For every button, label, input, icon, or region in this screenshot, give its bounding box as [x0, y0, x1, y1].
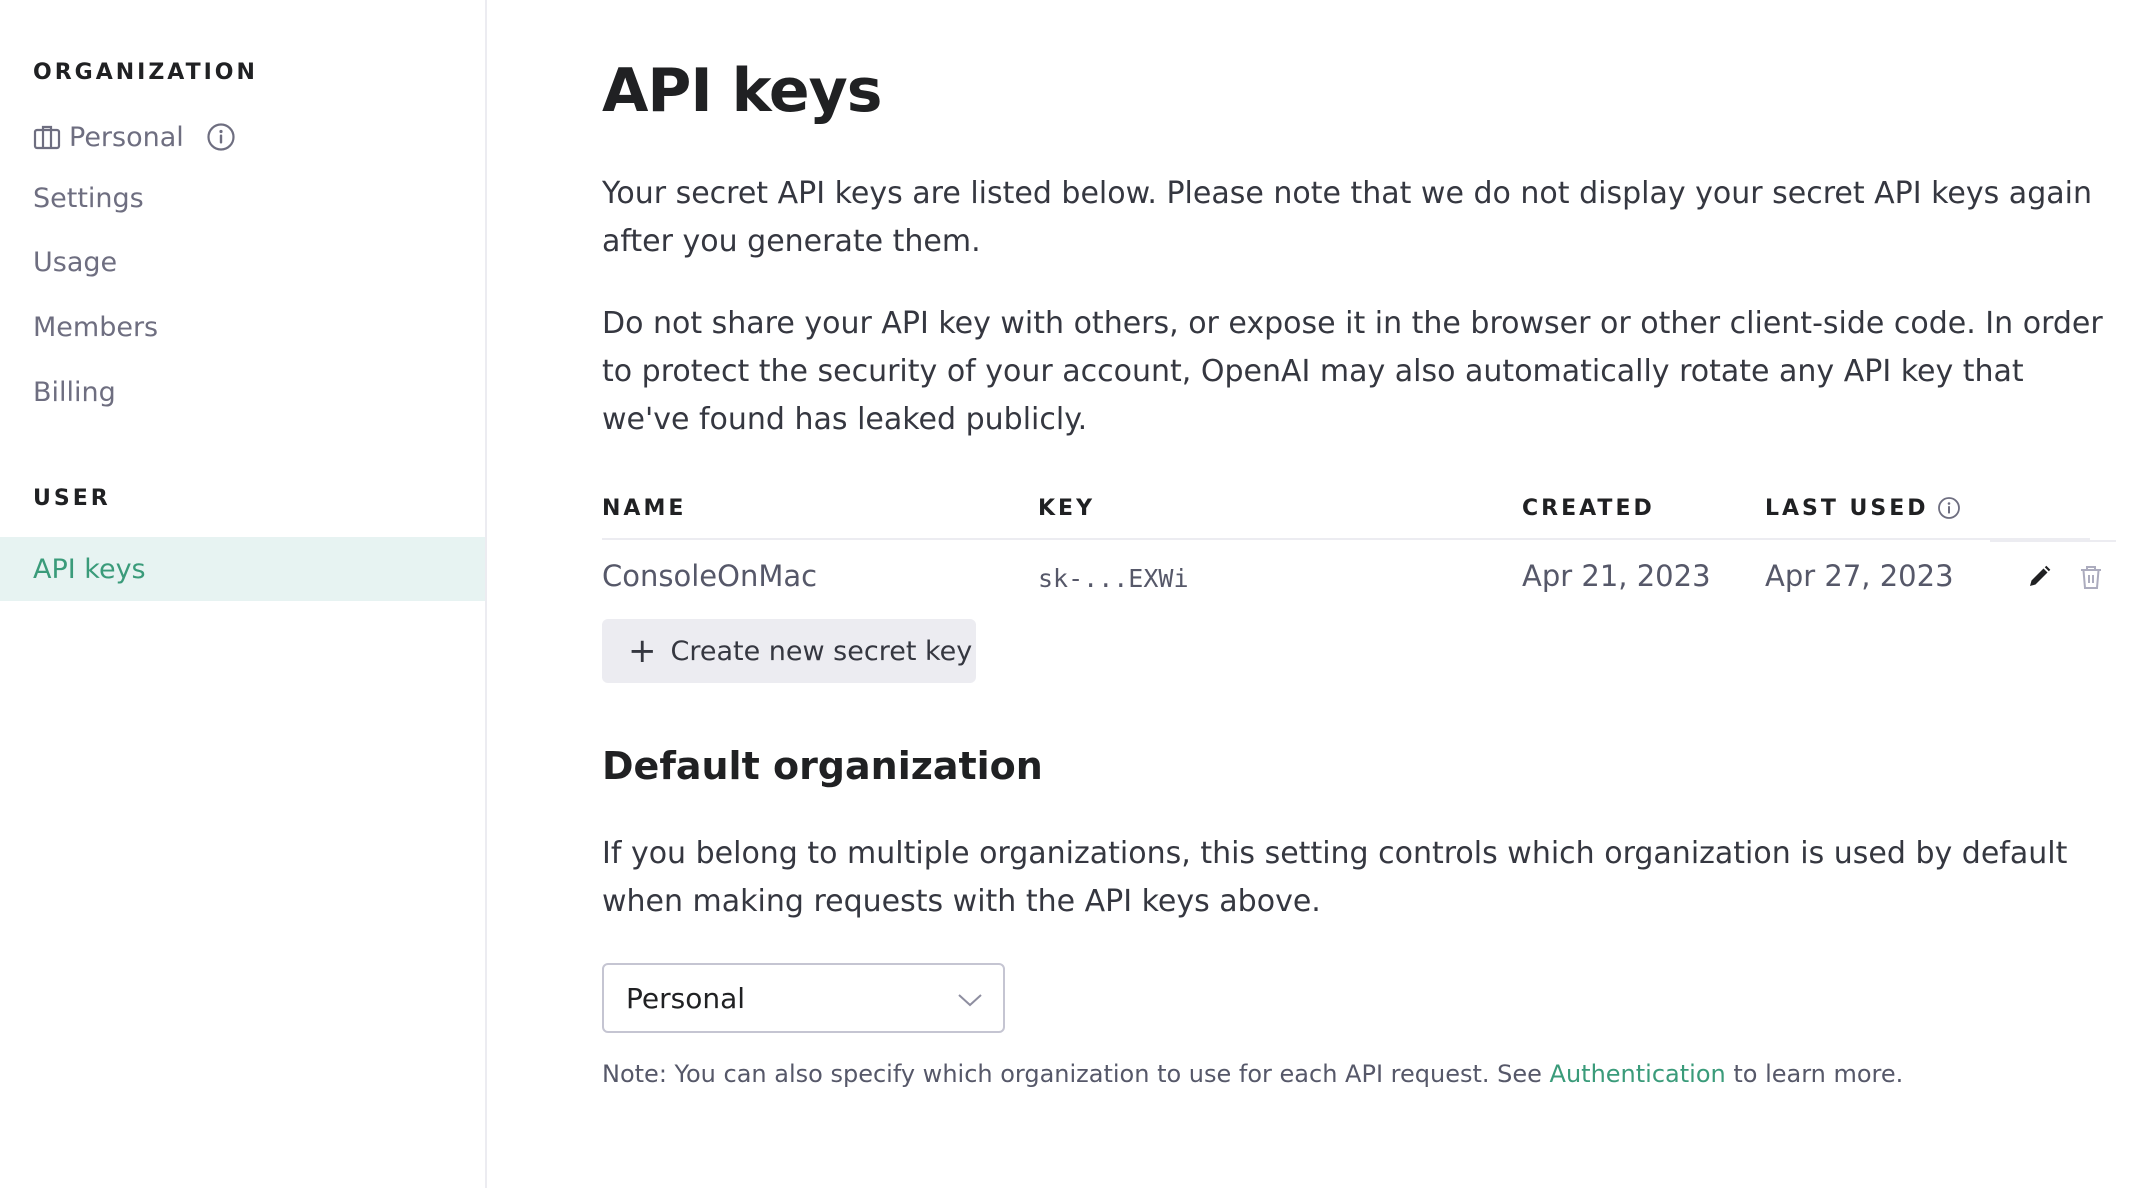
note-text: Note: You can also specify which organiz… — [602, 1060, 1550, 1088]
header-divider — [602, 538, 2090, 540]
key-last-used: Apr 27, 2023 — [1765, 559, 1954, 593]
sidebar-item-organization[interactable]: Personal — [0, 105, 485, 169]
sidebar-item-billing[interactable]: Billing — [0, 360, 485, 424]
sidebar: ORGANIZATION Personal Settings Usage Mem… — [0, 0, 487, 1188]
briefcase-icon — [33, 124, 61, 150]
trash-icon[interactable] — [2078, 564, 2104, 590]
organization-note: Note: You can also specify which organiz… — [602, 1060, 1903, 1088]
select-value: Personal — [626, 981, 746, 1015]
default-organization-heading: Default organization — [602, 744, 1043, 788]
key-created: Apr 21, 2023 — [1522, 559, 1711, 593]
page-title: API keys — [602, 56, 882, 126]
intro-paragraph-1: Your secret API keys are listed below. P… — [602, 176, 2092, 259]
note-text-suffix: to learn more. — [1725, 1060, 1904, 1088]
column-header-last-used: LAST USED — [1765, 482, 1961, 534]
sidebar-item-api-keys[interactable]: API keys — [0, 537, 485, 601]
key-name: ConsoleOnMac — [602, 559, 818, 593]
info-icon[interactable] — [206, 122, 236, 152]
column-header-created: CREATED — [1522, 495, 1655, 521]
header-divider — [1990, 540, 2116, 542]
user-heading: USER — [33, 486, 111, 511]
key-value: sk-...EXWi — [1038, 563, 1189, 593]
organization-name: Personal — [69, 121, 184, 153]
authentication-link[interactable]: Authentication — [1550, 1060, 1726, 1088]
create-new-secret-key-button[interactable]: + Create new secret key — [602, 619, 976, 683]
plus-icon: + — [628, 631, 657, 671]
intro-paragraph-2: Do not share your API key with others, o… — [602, 306, 2103, 437]
organization-heading: ORGANIZATION — [33, 60, 258, 85]
sidebar-item-settings[interactable]: Settings — [0, 166, 485, 230]
info-icon[interactable] — [1937, 496, 1961, 520]
column-header-name: NAME — [602, 495, 687, 521]
column-header-key: KEY — [1038, 495, 1096, 521]
default-organization-select[interactable]: Personal — [602, 963, 1005, 1033]
create-new-secret-key-label: Create new secret key — [670, 635, 973, 667]
column-header-last-used-label: LAST USED — [1765, 495, 1929, 521]
edit-icon[interactable] — [2026, 564, 2052, 590]
sidebar-item-usage[interactable]: Usage — [0, 230, 485, 294]
sidebar-item-members[interactable]: Members — [0, 295, 485, 359]
default-organization-description: If you belong to multiple organizations,… — [602, 836, 2068, 919]
chevron-down-icon — [957, 982, 983, 1015]
